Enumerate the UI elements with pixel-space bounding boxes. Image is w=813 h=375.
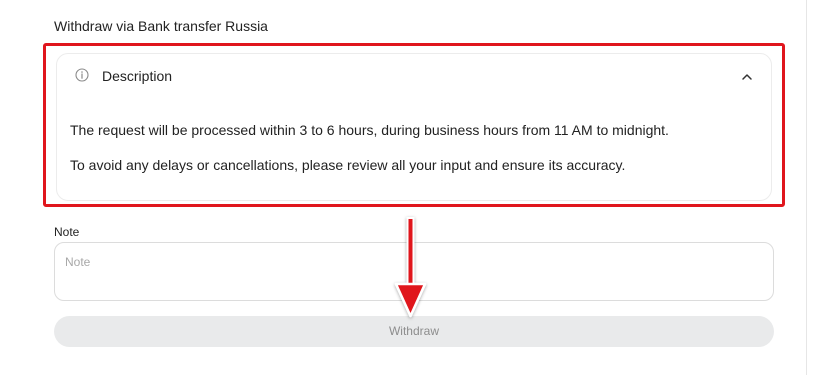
- right-divider: [806, 0, 807, 375]
- withdraw-button[interactable]: Withdraw: [54, 316, 774, 347]
- page-title: Withdraw via Bank transfer Russia: [54, 18, 268, 34]
- description-text-line: To avoid any delays or cancellations, pl…: [70, 157, 626, 173]
- info-icon: [75, 68, 89, 82]
- description-header[interactable]: Description: [57, 54, 771, 98]
- description-panel: Description The request will be processe…: [56, 53, 772, 201]
- note-field[interactable]: [54, 242, 774, 301]
- chevron-up-icon[interactable]: [741, 69, 753, 80]
- description-title: Description: [102, 68, 173, 84]
- note-label: Note: [54, 225, 80, 239]
- description-text-line: The request will be processed within 3 t…: [70, 122, 669, 138]
